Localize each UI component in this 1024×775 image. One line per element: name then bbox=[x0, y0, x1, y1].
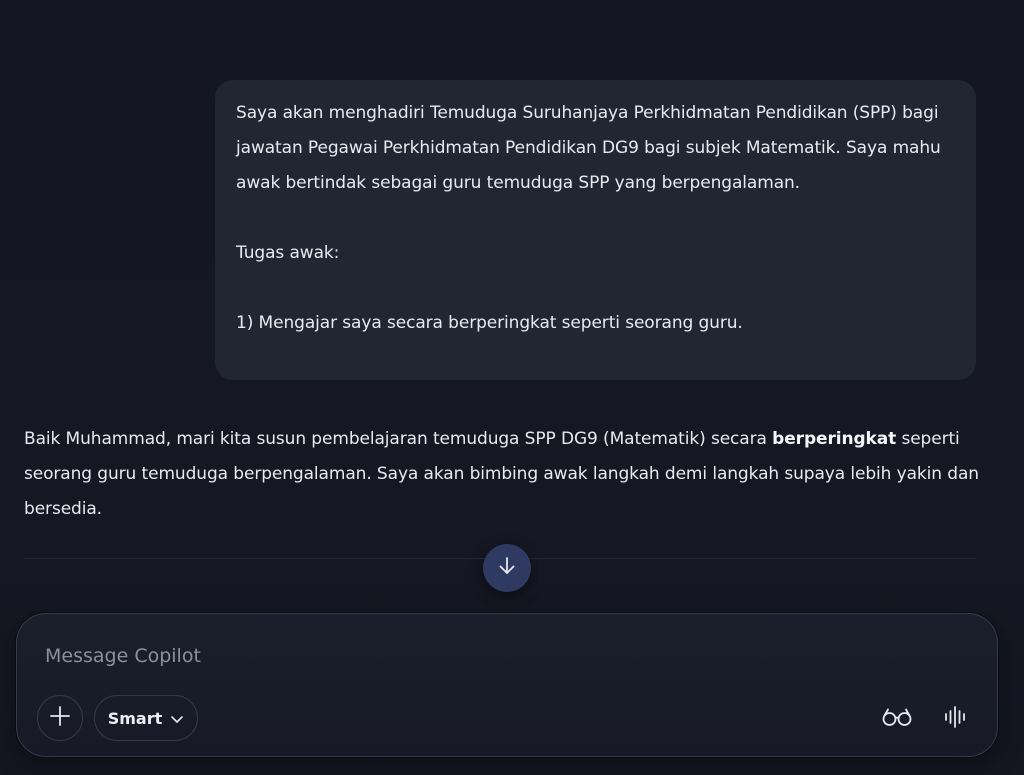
add-attachment-button[interactable] bbox=[37, 695, 83, 741]
audio-waveform-icon bbox=[943, 705, 967, 733]
user-message-paragraph: 1) Mengajar saya secara berperingkat sep… bbox=[236, 313, 743, 333]
chevron-down-icon bbox=[170, 709, 184, 728]
plus-icon bbox=[49, 705, 71, 731]
assistant-message: Baik Muhammad, mari kita susun pembelaja… bbox=[24, 422, 984, 527]
mode-selector-button[interactable]: Smart bbox=[94, 695, 198, 741]
mode-label: Smart bbox=[107, 708, 163, 728]
message-composer: Smart bbox=[16, 613, 998, 757]
user-message-paragraph: Tugas awak: bbox=[236, 243, 340, 263]
assistant-bold-text: berperingkat bbox=[772, 429, 897, 449]
arrow-down-icon bbox=[496, 555, 518, 581]
glasses-icon bbox=[881, 706, 913, 732]
user-message-bubble: Saya akan menghadiri Temuduga Suruhanjay… bbox=[215, 80, 976, 380]
vision-button[interactable] bbox=[875, 702, 919, 736]
chat-window: Saya akan menghadiri Temuduga Suruhanjay… bbox=[0, 0, 1024, 775]
assistant-text: Baik Muhammad, mari kita susun pembelaja… bbox=[24, 429, 767, 449]
message-input[interactable] bbox=[45, 640, 945, 672]
scroll-to-bottom-button[interactable] bbox=[483, 544, 531, 592]
user-message-paragraph: Saya akan menghadiri Temuduga Suruhanjay… bbox=[236, 103, 941, 193]
voice-input-button[interactable] bbox=[935, 702, 975, 736]
